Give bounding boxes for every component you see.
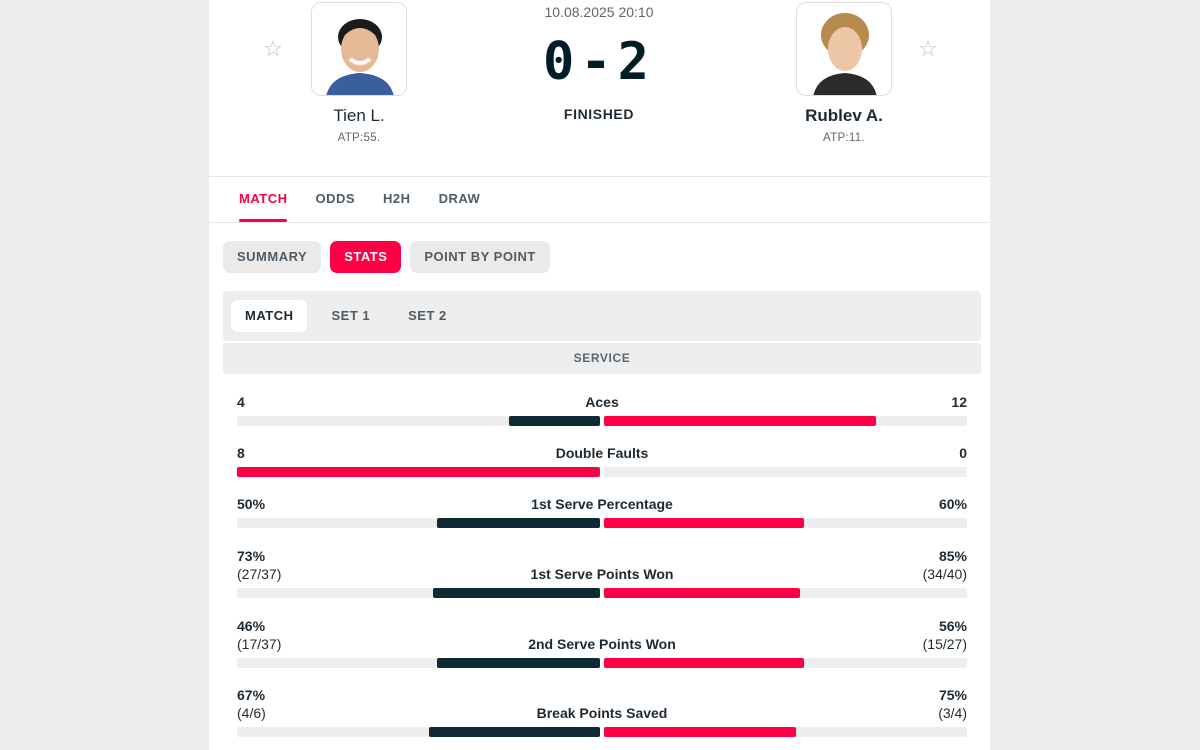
stat-home-bar-track (237, 727, 600, 737)
stat-label: Double Faults (555, 445, 649, 461)
stat-home-bar-track (237, 588, 600, 598)
stat-home-bar-fill (433, 588, 600, 598)
stat-bars (237, 518, 967, 528)
home-player-photo[interactable] (311, 2, 407, 96)
home-player[interactable]: Tien L. ATP:55. (259, 0, 459, 144)
stat-away-bar-track (604, 588, 967, 598)
stat-home-bar-fill (436, 658, 600, 668)
away-player[interactable]: Rublev A. ATP:11. (744, 0, 944, 144)
stat-away-bar-fill (604, 588, 801, 598)
match-status: FINISHED (563, 106, 635, 122)
detail-pills: SUMMARY STATS POINT BY POINT (223, 241, 550, 273)
stat-home-detail: (27/37) (237, 566, 282, 582)
stat-label: 1st Serve Points Won (530, 566, 674, 582)
stat-home-bar-track (237, 467, 600, 477)
stat-away-bar-fill (604, 658, 804, 668)
stat-away-detail: (15/27) (922, 636, 967, 652)
match-panel: ☆ Tien L. ATP:55. 10.08.2025 20:10 0-2 F… (209, 0, 990, 750)
pill-point-by-point[interactable]: POINT BY POINT (410, 241, 550, 273)
away-player-name[interactable]: Rublev A. (744, 106, 944, 126)
home-player-name[interactable]: Tien L. (259, 106, 459, 126)
pill-summary[interactable]: SUMMARY (223, 241, 322, 273)
stat-label: 1st Serve Percentage (531, 496, 673, 512)
tab-odds[interactable]: ODDS (301, 177, 369, 222)
stat-home-bar-fill (436, 518, 600, 528)
stat-home-detail: (17/37) (237, 636, 282, 652)
stat-away-bar-track (604, 416, 967, 426)
stat-away-bar-fill (604, 518, 804, 528)
stat-bars (237, 727, 967, 737)
stat-home-bar-fill (429, 727, 600, 737)
tab-match[interactable]: MATCH (225, 177, 301, 222)
home-player-avatar (312, 3, 406, 95)
stat-bars (237, 467, 967, 477)
stat-home-value: 46% (237, 618, 266, 634)
stat-home-bar-track (237, 658, 600, 668)
favorite-away-star-icon[interactable]: ☆ (917, 38, 939, 60)
stat-away-value: 12 (951, 394, 967, 410)
tab-h2h[interactable]: H2H (369, 177, 425, 222)
tabs-divider (209, 222, 990, 223)
stat-away-bar-track (604, 467, 967, 477)
away-player-photo[interactable] (796, 2, 892, 96)
stat-away-bar-fill (604, 727, 797, 737)
stat-away-value: 56% (938, 618, 967, 634)
stat-home-detail: (4/6) (237, 705, 266, 721)
stat-label: Break Points Saved (536, 705, 668, 721)
away-player-rank: ATP:11. (823, 132, 865, 144)
stat-home-value: 73% (237, 548, 266, 564)
stat-bars (237, 588, 967, 598)
home-player-rank: ATP:55. (337, 132, 381, 144)
period-tabs: MATCH SET 1 SET 2 (223, 291, 981, 341)
stat-home-bar-fill (237, 467, 600, 477)
stat-away-bar-track (604, 658, 967, 668)
pill-stats[interactable]: STATS (330, 241, 402, 273)
away-player-avatar (797, 3, 891, 95)
stat-away-detail: (34/40) (922, 566, 967, 582)
stat-away-value: 60% (938, 496, 967, 512)
match-datetime: 10.08.2025 20:10 (544, 4, 654, 20)
stat-away-bar-track (604, 727, 967, 737)
match-info: 10.08.2025 20:10 0-2 FINISHED (499, 0, 699, 122)
stat-away-value: 0 (959, 445, 967, 461)
period-tabs-box: MATCH SET 1 SET 2 (223, 291, 981, 341)
period-tab-set-2[interactable]: SET 2 (394, 300, 461, 332)
stat-away-bar-fill (604, 416, 877, 426)
period-tab-set-1[interactable]: SET 1 (317, 300, 384, 332)
stat-label: Aces (585, 394, 619, 410)
stat-home-bar-track (237, 416, 600, 426)
stat-home-bar-fill (509, 416, 600, 426)
stat-bars (237, 416, 967, 426)
stat-home-bar-track (237, 518, 600, 528)
stat-bars (237, 658, 967, 668)
stat-home-value: 67% (237, 687, 266, 703)
period-tab-match[interactable]: MATCH (231, 300, 308, 332)
tab-draw[interactable]: DRAW (425, 177, 495, 222)
stat-label: 2nd Serve Points Won (528, 636, 676, 652)
main-tabs: MATCH ODDS H2H DRAW (225, 177, 494, 222)
stat-away-value: 75% (938, 687, 967, 703)
match-score: 0-2 (543, 32, 655, 92)
stat-away-detail: (3/4) (938, 705, 967, 721)
section-header-service: SERVICE (223, 343, 981, 374)
stat-away-bar-track (604, 518, 967, 528)
stat-away-value: 85% (938, 548, 967, 564)
